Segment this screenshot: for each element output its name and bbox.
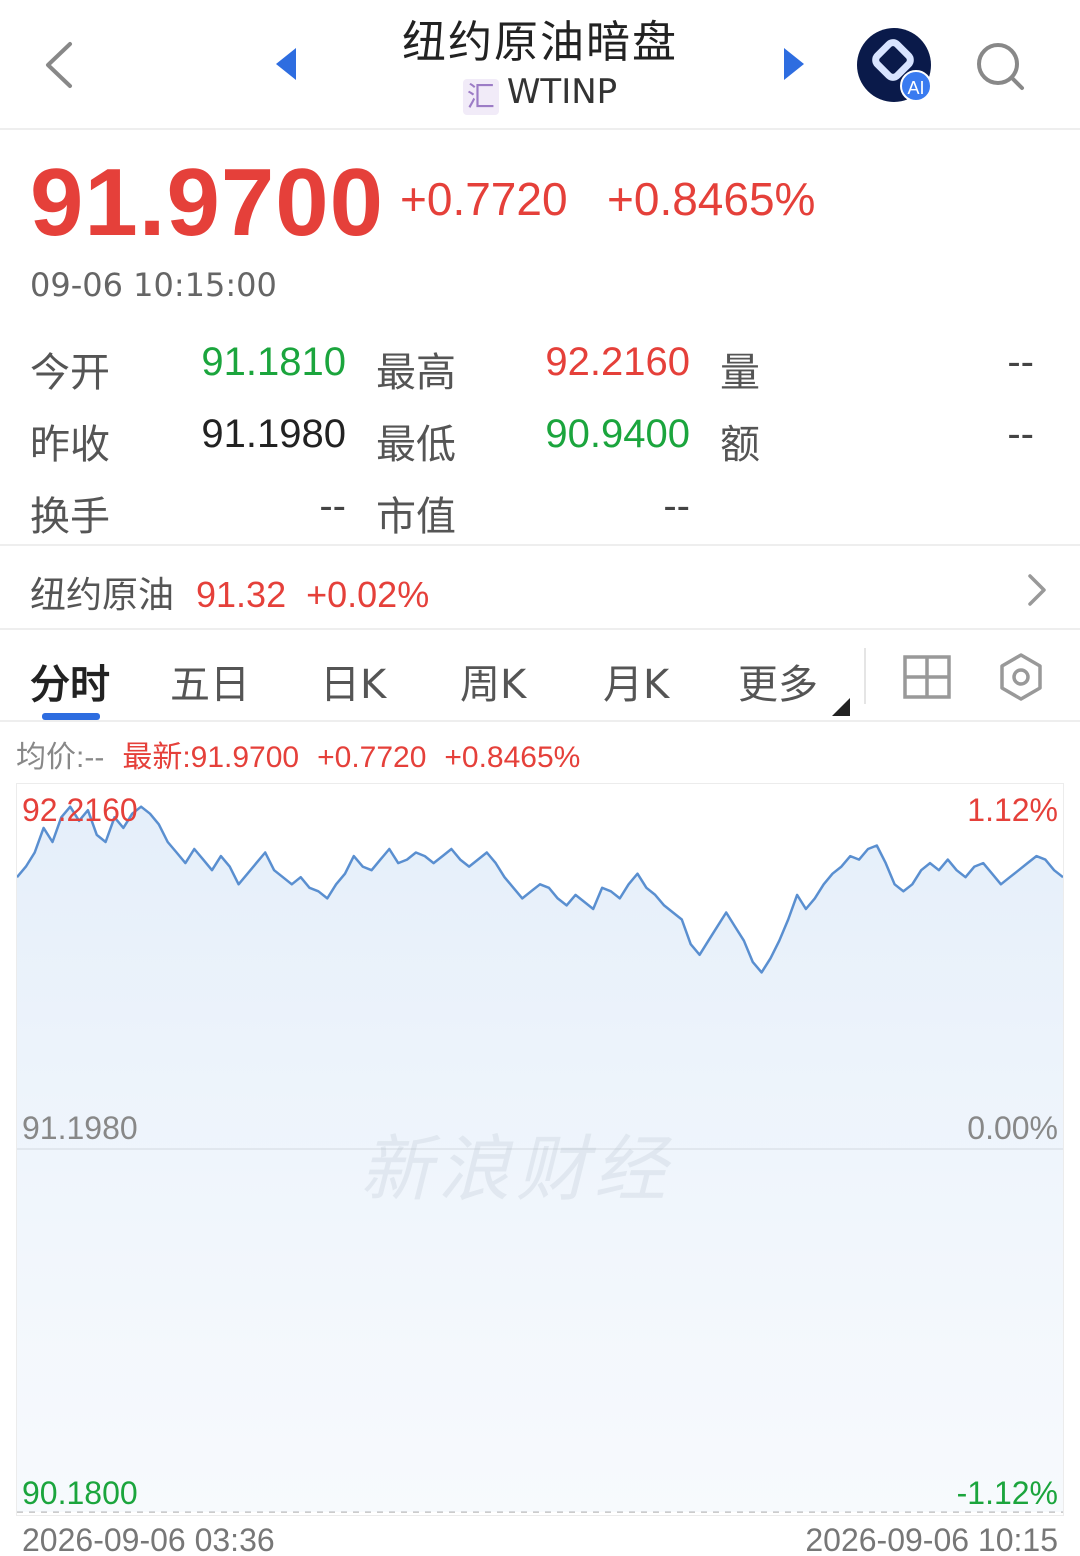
page-title: 纽约原油暗盘 — [402, 17, 678, 68]
stat-value-volume: -- — [1007, 340, 1034, 384]
last-price: 91.9700 — [30, 149, 385, 256]
divider — [864, 648, 866, 704]
stat-label-open: 今开 — [30, 350, 110, 396]
related-contract-row[interactable]: 纽约原油 91.32 +0.02% — [30, 566, 429, 618]
chevron-right-icon[interactable] — [1022, 570, 1050, 610]
divider — [0, 544, 1080, 546]
price-change: +0.7720 — [400, 173, 568, 225]
tab-daily-k[interactable]: 日K — [320, 652, 386, 710]
grid-layout-icon[interactable] — [902, 652, 952, 702]
y-axis-mid-pct-label: 0.00% — [967, 1110, 1058, 1146]
stat-label-low: 最低 — [376, 422, 456, 468]
stat-label-high: 最高 — [376, 350, 456, 396]
ai-badge: AI — [900, 70, 932, 102]
active-tab-indicator — [42, 713, 100, 720]
next-symbol-icon[interactable] — [778, 44, 808, 84]
latest-change-percent: +0.8465% — [444, 741, 581, 774]
dropdown-corner-icon — [832, 698, 850, 716]
stat-label-volume: 量 — [720, 350, 760, 396]
divider — [0, 628, 1080, 630]
stat-label-amount: 额 — [720, 422, 760, 468]
settings-hexagon-icon[interactable] — [996, 652, 1046, 702]
related-contract-name: 纽约原油 — [30, 575, 175, 616]
x-axis-end-label: 2026-09-06 10:15 — [805, 1522, 1058, 1556]
back-arrow-icon[interactable] — [40, 40, 80, 90]
symbol-subtitle: 汇 WTINP — [290, 72, 790, 115]
x-axis-start-label: 2026-09-06 03:36 — [22, 1522, 275, 1556]
avg-price-label: 均价:-- — [16, 741, 105, 774]
related-contract-change: +0.02% — [306, 574, 430, 615]
tab-weekly-k[interactable]: 周K — [460, 652, 526, 710]
tab-monthly-k[interactable]: 月K — [603, 652, 669, 710]
tab-five-day[interactable]: 五日 — [170, 652, 250, 710]
stat-value-high: 92.2160 — [545, 340, 690, 384]
stat-value-turnover: -- — [319, 484, 346, 528]
stat-label-market-cap: 市值 — [376, 494, 456, 540]
exchange-badge: 汇 — [462, 79, 499, 115]
divider — [0, 720, 1080, 722]
symbol-code: WTINP — [506, 72, 618, 112]
y-axis-min-label: 90.1800 — [22, 1475, 138, 1511]
stat-label-prev-close: 昨收 — [30, 422, 110, 468]
y-axis-max-label: 92.2160 — [22, 792, 138, 828]
stat-value-low: 90.9400 — [545, 412, 690, 456]
latest-price-label: 最新:91.9700 — [122, 741, 300, 774]
quote-timestamp: 09-06 10:15:00 — [30, 266, 277, 304]
watermark-text: 新浪财经 — [360, 1127, 673, 1211]
stat-value-prev-close: 91.1980 — [201, 412, 346, 456]
tab-intraday[interactable]: 分时 — [30, 652, 110, 710]
search-icon[interactable] — [972, 38, 1028, 94]
price-change-percent: +0.8465% — [607, 173, 816, 225]
y-axis-mid-label: 91.1980 — [22, 1110, 138, 1146]
y-axis-min-pct-label: -1.12% — [956, 1475, 1058, 1511]
stat-label-turnover: 换手 — [30, 494, 110, 540]
stat-value-amount: -- — [1007, 412, 1034, 456]
stat-value-open: 91.1810 — [201, 340, 346, 384]
top-nav-bar: 纽约原油暗盘 汇 WTINP AI — [0, 0, 1080, 130]
latest-change: +0.7720 — [317, 741, 427, 774]
tab-more[interactable]: 更多 — [738, 652, 818, 710]
related-contract-price: 91.32 — [196, 574, 287, 615]
chart-info-line: 均价:-- 最新:91.9700 +0.7720 +0.8465% — [16, 732, 580, 776]
stat-value-market-cap: -- — [663, 484, 690, 528]
y-axis-max-pct-label: 1.12% — [967, 792, 1058, 828]
